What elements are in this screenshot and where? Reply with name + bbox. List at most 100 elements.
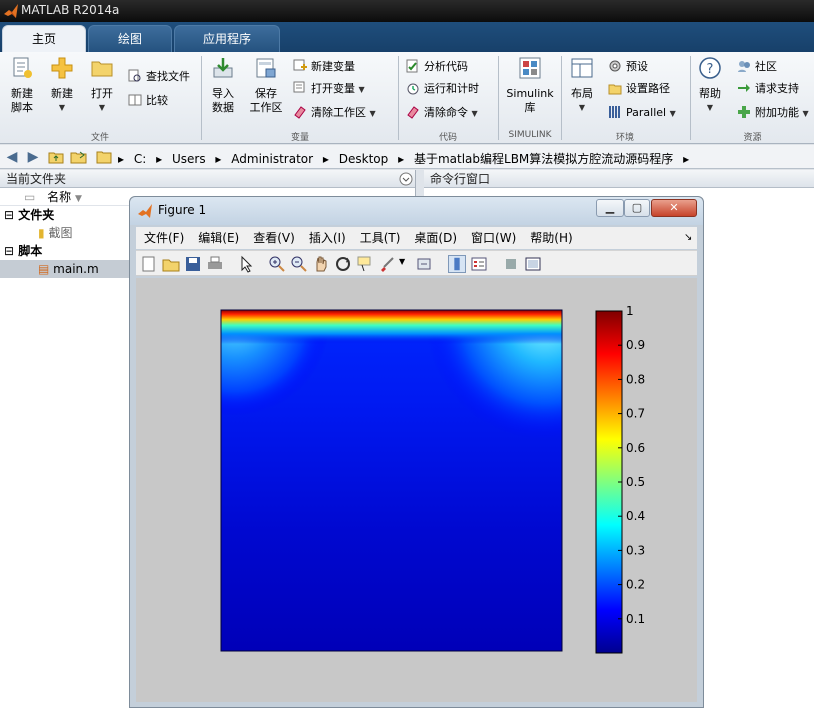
run-and-time-button[interactable]: 运行和计时 [406,80,479,98]
new-figure-icon[interactable] [140,255,158,273]
resources-group-label: 资源 [743,133,762,143]
data-cursor-icon[interactable] [356,255,374,273]
help-button[interactable]: ? 帮助 ▼ [694,56,726,115]
zoom-in-icon[interactable] [268,255,286,273]
panel-options-icon[interactable] [398,171,414,187]
open-button[interactable]: 打开 ▼ [84,56,120,115]
dock-arrow-icon[interactable]: ↘ [684,227,692,249]
breadcrumb[interactable]: ▸ C: ▸ Users ▸ Administrator ▸ Desktop ▸… [118,150,695,167]
address-bar: ◀ ▶ ▸ C: ▸ Users ▸ Administrator ▸ Deskt… [0,145,814,169]
minimize-button[interactable]: ▁ [596,199,624,217]
open-folder-icon [91,61,113,77]
colorbar-tick-label: 0.8 [626,372,645,386]
request-support-button[interactable]: 请求支持 [737,80,799,98]
name-column-label: 名称 [47,190,72,204]
link-plot-icon[interactable] [416,255,434,273]
clear-commands-button[interactable]: 清除命令 ▼ [406,104,478,122]
matlab-logo-icon [138,204,152,218]
breadcrumb-item[interactable]: C: [134,152,146,166]
maximize-button[interactable]: ▢ [624,199,650,217]
breadcrumb-separator: ▸ [118,152,125,166]
tab-apps[interactable]: 应用程序 [174,25,280,52]
clear-workspace-icon [294,106,306,119]
figure-title-bar[interactable]: Figure 1 ▁ ▢ ✕ [130,197,703,225]
addons-label: 附加功能 [755,106,799,119]
menu-insert[interactable]: 插入(I) [309,231,346,245]
addons-button[interactable]: 附加功能 ▼ [737,104,809,122]
new-script-button[interactable]: 新建 脚本 [4,56,40,115]
clear-workspace-button[interactable]: 清除工作区 ▼ [293,104,376,122]
new-variable-button[interactable]: 新建变量 [293,58,355,76]
set-path-button[interactable]: 设置路径 [608,80,670,98]
up-folder-icon[interactable] [48,149,64,165]
heatmap-vortex-left [221,310,562,651]
show-plot-tools-icon[interactable] [524,255,542,273]
select-pointer-icon[interactable] [238,255,256,273]
new-button[interactable]: 新建 ▼ [46,56,78,115]
breadcrumb-item[interactable]: Users [172,152,206,166]
breadcrumb-item[interactable]: Administrator [231,152,313,166]
zoom-out-icon[interactable] [290,255,308,273]
compare-button[interactable]: 比较 [128,92,168,110]
run-and-time-icon [407,83,419,95]
hide-plot-tools-icon[interactable] [502,255,520,273]
colorbar-toggle-icon[interactable] [448,255,466,273]
cavity-flow-heatmap-plot[interactable]: 1 0.9 0.8 0.7 0.6 0.5 0.4 0.3 0.2 0.1 [136,278,697,702]
heatmap-area [220,309,563,652]
collapse-icon[interactable]: ⊟ [4,208,14,222]
collapse-icon[interactable]: ⊟ [4,244,14,258]
chevron-down-icon: ▼ [358,85,365,94]
rotate-3d-icon[interactable] [334,255,352,273]
tab-plots[interactable]: 绘图 [88,25,172,52]
variable-group-label: 变量 [290,133,309,143]
community-button[interactable]: 社区 [737,58,777,76]
import-data-label: 导入 数据 [212,87,234,114]
menu-help[interactable]: 帮助(H) [530,231,572,245]
open-file-icon[interactable] [162,255,180,273]
simulink-library-icon [519,57,541,79]
save-icon[interactable] [184,255,202,273]
parallel-button[interactable]: Parallel ▼ [608,104,676,122]
colorbar: 1 0.9 0.8 0.7 0.6 0.5 0.4 0.3 0.2 0.1 [595,304,645,654]
ribbon-tab-strip: 主页 绘图 应用程序 [0,22,814,52]
forward-arrow-icon[interactable]: ▶ [25,149,41,165]
menu-view[interactable]: 查看(V) [253,231,295,245]
back-arrow-icon[interactable]: ◀ [4,149,20,165]
colorbar-tick-label: 1 [626,304,634,318]
analyze-code-button[interactable]: 分析代码 [406,58,468,76]
close-button[interactable]: ✕ [651,199,697,217]
save-workspace-button[interactable]: 保存 工作区 [246,56,286,115]
menu-tools[interactable]: 工具(T) [360,231,401,245]
legend-toggle-icon[interactable] [470,255,488,273]
community-label: 社区 [755,60,777,73]
set-path-label: 设置路径 [626,82,670,95]
figure-canvas[interactable]: 1 0.9 0.8 0.7 0.6 0.5 0.4 0.3 0.2 0.1 [136,278,697,702]
preferences-button[interactable]: 预设 [608,58,648,76]
chevron-down-icon[interactable]: ▼ [399,257,405,266]
divider [201,56,202,140]
breadcrumb-item[interactable]: Desktop [339,152,389,166]
menu-desktop[interactable]: 桌面(D) [414,231,457,245]
import-data-button[interactable]: 导入 数据 [206,56,240,115]
chevron-down-icon: ▼ [706,103,714,112]
simulink-library-button[interactable]: Simulink 库 [502,56,558,115]
colorbar-tick-label: 0.1 [626,612,645,626]
preferences-label: 预设 [626,60,648,73]
new-plus-icon [51,57,73,79]
open-variable-button[interactable]: 打开变量 ▼ [293,80,365,98]
menu-file[interactable]: 文件(F) [144,231,184,245]
clear-commands-label: 清除命令 [424,106,468,119]
browse-folder-icon[interactable] [70,149,88,165]
brush-icon[interactable] [378,255,396,273]
tab-home[interactable]: 主页 [2,25,86,52]
pan-hand-icon[interactable] [312,255,330,273]
colorbar-tick-label: 0.5 [626,475,645,489]
breadcrumb-item[interactable]: 基于matlab编程LBM算法模拟方腔流动源码程序 [414,152,673,166]
layout-button[interactable]: 布局 ▼ [566,56,598,115]
new-variable-icon [293,59,307,71]
menu-edit[interactable]: 编辑(E) [198,231,239,245]
chevron-down-icon: ▼ [369,109,376,118]
print-icon[interactable] [206,255,224,273]
find-files-button[interactable]: 查找文件 [128,68,190,86]
menu-window[interactable]: 窗口(W) [471,231,516,245]
